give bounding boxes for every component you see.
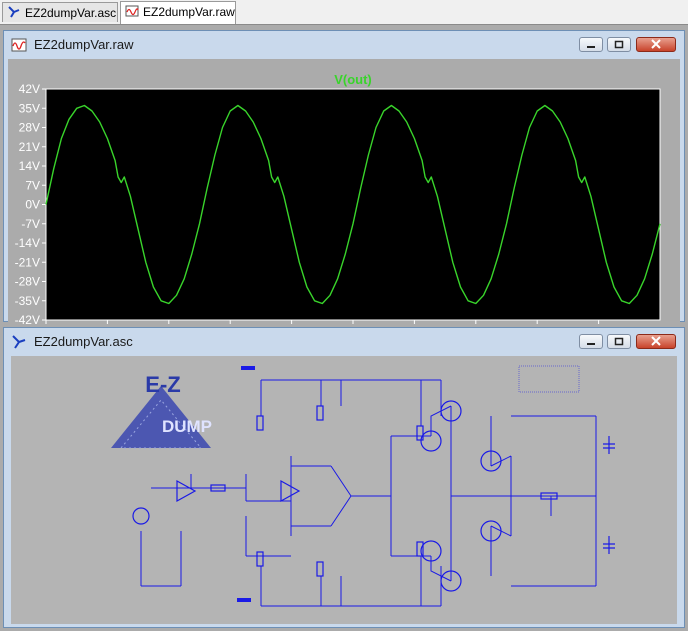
waveform-plot-area[interactable]: V(out) 42V 35V 28V 21V 14V 7V 0V -7V -14V -21V -28V… bbox=[8, 59, 680, 347]
y-tick-label: 7V bbox=[25, 178, 40, 192]
y-tick-label: -35V bbox=[15, 294, 40, 308]
close-button[interactable] bbox=[636, 37, 676, 52]
y-tick-label: 42V bbox=[19, 82, 40, 96]
waveform-chart[interactable]: V(out) 42V 35V 28V 21V 14V 7V 0V -7V -14V -21V -28V… bbox=[8, 59, 680, 347]
minimize-button[interactable] bbox=[579, 334, 603, 349]
y-tick-label: 28V bbox=[19, 121, 40, 135]
minimize-icon bbox=[587, 46, 595, 48]
waveform-file-icon bbox=[125, 5, 139, 17]
document-tab-bar: EZ2dumpVar.asc EZ2dumpVar.raw bbox=[0, 0, 688, 25]
y-tick-label: -42V bbox=[15, 313, 40, 327]
waveform-window-titlebar[interactable]: EZ2dumpVar.raw bbox=[4, 31, 684, 59]
minimize-button[interactable] bbox=[579, 37, 603, 52]
close-icon bbox=[651, 39, 661, 49]
restore-icon bbox=[614, 40, 624, 49]
waveform-window-icon bbox=[11, 38, 27, 52]
y-tick-label: 35V bbox=[19, 101, 40, 115]
trace-label: V(out) bbox=[334, 72, 372, 87]
tab-schematic-label: EZ2dumpVar.asc bbox=[25, 6, 117, 20]
logo-text-dump: DUMP bbox=[162, 417, 212, 436]
schematic-drawing[interactable]: E-Z DUMP bbox=[11, 356, 677, 624]
schematic-wires bbox=[140, 379, 597, 607]
restore-button[interactable] bbox=[607, 334, 631, 349]
tab-schematic[interactable]: EZ2dumpVar.asc bbox=[2, 2, 118, 22]
schematic-canvas[interactable]: E-Z DUMP bbox=[11, 356, 677, 624]
close-button[interactable] bbox=[636, 334, 676, 349]
schematic-window-icon bbox=[12, 335, 26, 349]
plot-background bbox=[45, 88, 661, 321]
waveform-window-title: EZ2dumpVar.raw bbox=[34, 37, 134, 52]
y-tick-label: -28V bbox=[15, 275, 40, 289]
y-tick-label: 0V bbox=[25, 198, 40, 212]
y-tick-label: -14V bbox=[15, 236, 40, 250]
minimize-icon bbox=[587, 343, 595, 345]
schematic-small-text bbox=[237, 365, 580, 602]
restore-icon bbox=[614, 337, 624, 346]
y-tick-label: 21V bbox=[19, 140, 40, 154]
close-icon bbox=[651, 336, 661, 346]
schematic-file-icon bbox=[8, 6, 20, 18]
schematic-window-titlebar[interactable]: EZ2dumpVar.asc bbox=[4, 328, 684, 356]
logo-text-ez: E-Z bbox=[145, 372, 180, 397]
tab-waveform-label: EZ2dumpVar.raw bbox=[143, 5, 235, 19]
y-tick-label: 14V bbox=[19, 159, 40, 173]
waveform-window: EZ2dumpVar.raw V(out) 42V 35V 28V 21V 14V 7V 0V… bbox=[3, 30, 685, 347]
y-tick-label: -21V bbox=[15, 255, 40, 269]
y-tick-label: -7V bbox=[21, 217, 40, 231]
schematic-window-title: EZ2dumpVar.asc bbox=[34, 334, 133, 349]
ez-dump-logo: E-Z DUMP bbox=[111, 372, 212, 449]
schematic-window: EZ2dumpVar.asc E-Z DUMP bbox=[3, 327, 685, 628]
tab-waveform[interactable]: EZ2dumpVar.raw bbox=[120, 1, 236, 24]
restore-button[interactable] bbox=[607, 37, 631, 52]
